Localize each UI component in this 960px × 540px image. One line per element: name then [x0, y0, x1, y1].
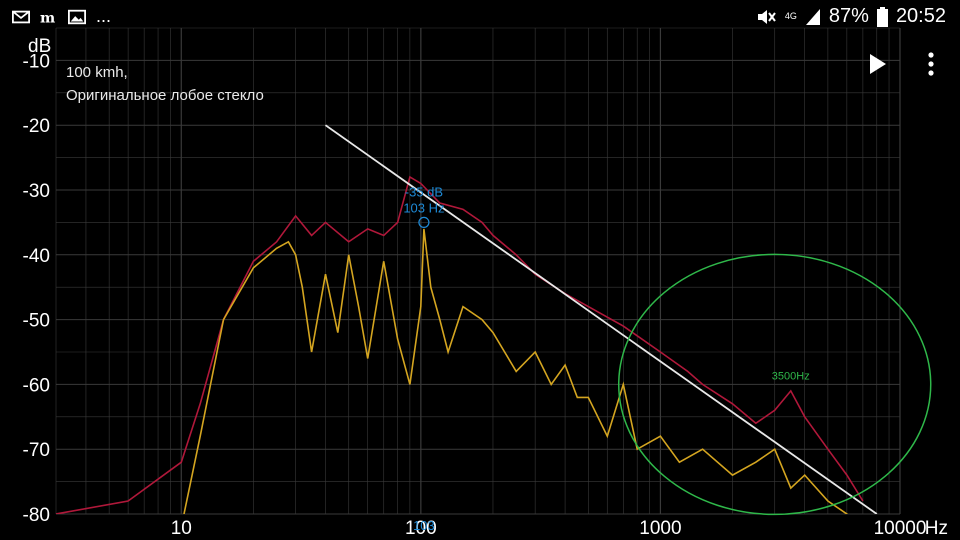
y-tick-label: -10 [23, 51, 50, 72]
y-tick-label: -20 [23, 116, 50, 137]
y-tick-label: -60 [23, 375, 50, 396]
y-tick-label: -40 [23, 246, 50, 267]
y-tick-label: -70 [23, 440, 50, 461]
highlight-label: 3500Hz [772, 370, 810, 382]
peak-db-label: -35 dB [405, 184, 443, 199]
y-tick-label: -50 [23, 311, 50, 332]
cursor-freq-label: 103 [413, 518, 435, 533]
series-max-line [56, 175, 864, 514]
y-tick-label: -80 [23, 505, 50, 526]
y-tick-label: -30 [23, 181, 50, 202]
overlay-line-2: Оригинальное лобое стекло [66, 87, 264, 104]
series-current-line [183, 228, 849, 514]
x-tick-label: 10000 [874, 518, 927, 539]
x-tick-label: 10 [171, 518, 192, 539]
peak-hz-label: 103 Hz [403, 200, 444, 215]
spectrum-chart: dB-10-20-30-40-50-60-70-8010 100 1000 10000… [23, 27, 948, 539]
play-button[interactable] [866, 52, 890, 76]
overflow-menu-button[interactable] [922, 50, 940, 78]
x-tick-label: 1000 [639, 518, 681, 539]
overlay-line-1: 100 kmh, [66, 64, 128, 81]
x-unit-label: Hz [925, 518, 948, 539]
